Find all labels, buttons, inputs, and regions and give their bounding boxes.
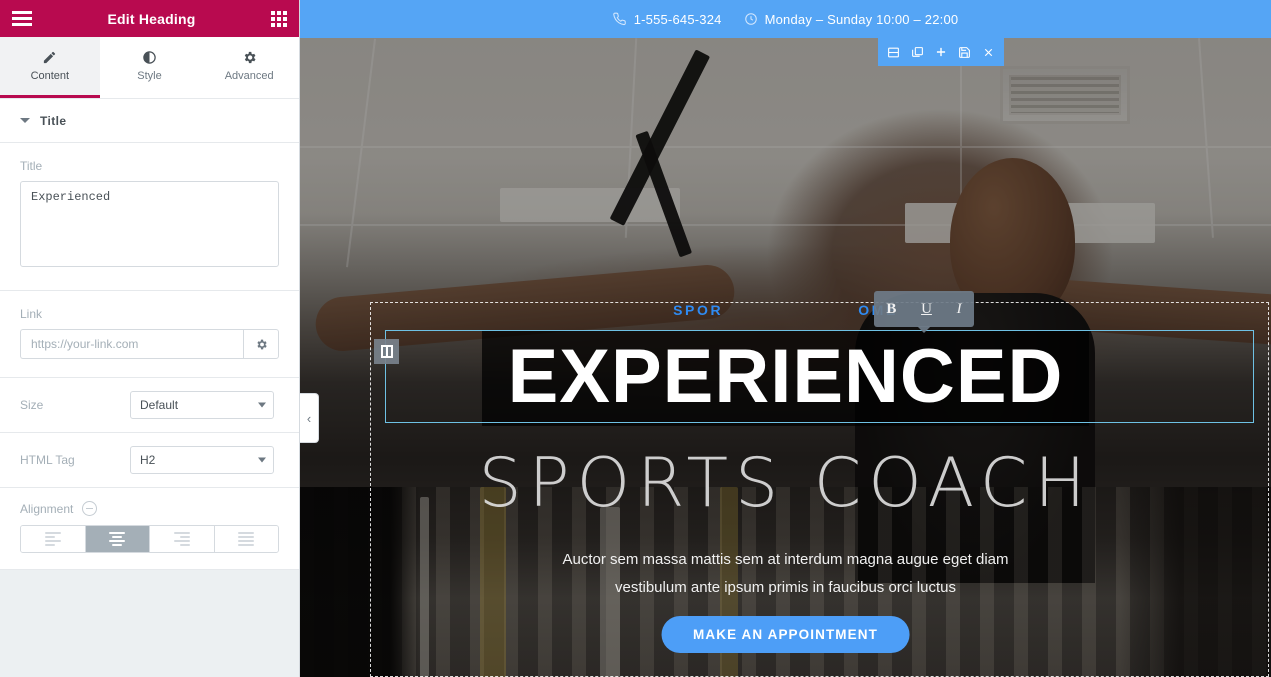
align-right-icon — [173, 532, 190, 546]
link-field-label: Link — [20, 307, 43, 321]
pencil-icon — [42, 50, 57, 65]
align-justify-icon — [238, 532, 255, 546]
tab-content-label: Content — [30, 70, 70, 82]
hero-section: SPOR OME EXPERIENCED SPORTS COACH Auctor… — [300, 38, 1271, 677]
topbar-phone: 1-555-645-324 — [612, 11, 722, 27]
hero-content: SPOR OME EXPERIENCED SPORTS COACH Auctor… — [300, 38, 1271, 677]
panel-empty-area — [0, 570, 299, 677]
align-center-button[interactable] — [85, 526, 150, 552]
tab-advanced[interactable]: Advanced — [199, 37, 300, 98]
topbar-hours-text: Monday – Sunday 10:00 – 22:00 — [764, 11, 959, 27]
alignment-buttons — [20, 525, 279, 553]
align-right-button[interactable] — [150, 526, 215, 552]
title-field-label: Title — [20, 159, 43, 173]
link-row — [20, 329, 279, 359]
widgets-grid-icon[interactable] — [271, 10, 287, 27]
edit-section-icon[interactable] — [884, 42, 904, 62]
hero-heading-widget[interactable]: EXPERIENCED — [300, 330, 1271, 426]
chevron-left-icon: ‹ — [306, 410, 312, 426]
hero-paragraph: Auctor sem massa mattis sem at interdum … — [551, 546, 1021, 602]
widget-drag-handle[interactable] — [374, 339, 399, 364]
tab-style-label: Style — [137, 70, 162, 82]
contrast-icon — [142, 50, 157, 65]
hamburger-icon[interactable] — [12, 11, 32, 26]
panel-title: Edit Heading — [107, 10, 196, 27]
clock-icon — [744, 12, 758, 26]
hero-subheading[interactable]: SPORTS COACH — [300, 450, 1271, 518]
size-select[interactable]: Default — [130, 391, 274, 419]
alignment-control-group: Alignment — [0, 488, 299, 570]
title-input[interactable] — [20, 181, 279, 267]
section-title-label: Title — [40, 113, 67, 128]
panel-collapse-handle[interactable]: ‹ — [300, 393, 319, 443]
tab-style[interactable]: Style — [99, 37, 200, 98]
tab-advanced-label: Advanced — [224, 70, 274, 82]
topbar-phone-text: 1-555-645-324 — [633, 11, 722, 27]
caret-down-icon — [20, 118, 30, 123]
link-input[interactable] — [20, 329, 243, 359]
size-label: Size — [20, 398, 44, 412]
editor-panel: Edit Heading Content Style Advanced Titl… — [0, 0, 300, 677]
make-appointment-button[interactable]: MAKE AN APPOINTMENT — [661, 616, 910, 653]
site-nav: SPOR OME — [300, 302, 1271, 318]
reset-icon[interactable] — [82, 501, 98, 516]
html-tag-control-row: HTML Tag H2 — [0, 433, 299, 488]
section-toolbar — [878, 38, 1004, 66]
bold-button[interactable]: B — [886, 301, 896, 317]
duplicate-section-icon[interactable] — [907, 42, 927, 62]
gear-icon — [242, 50, 257, 65]
text-format-toolbar: B U I — [874, 291, 974, 327]
align-center-icon — [109, 532, 126, 546]
columns-icon — [380, 345, 393, 358]
hero-heading-text[interactable]: EXPERIENCED — [481, 330, 1090, 426]
html-tag-label: HTML Tag — [20, 453, 75, 467]
size-select-wrap: Default — [130, 391, 274, 419]
add-section-icon[interactable] — [931, 42, 951, 62]
hero-paragraph-line-1: Auctor sem massa mattis sem at interdum … — [562, 551, 1009, 568]
topbar-hours: Monday – Sunday 10:00 – 22:00 — [744, 12, 959, 27]
alignment-label: Alignment — [20, 501, 74, 516]
elementor-editor-screen: Edit Heading Content Style Advanced Titl… — [0, 0, 1271, 677]
link-options-gear-icon[interactable] — [243, 329, 279, 359]
section-title-header[interactable]: Title — [0, 99, 299, 143]
panel-tabs: Content Style Advanced — [0, 37, 300, 99]
delete-section-icon[interactable] — [978, 42, 998, 62]
html-tag-select[interactable]: H2 — [130, 446, 274, 474]
title-control-group: Title — [0, 143, 299, 291]
save-section-icon[interactable] — [955, 42, 975, 62]
italic-button[interactable]: I — [957, 301, 962, 317]
align-justify-button[interactable] — [214, 526, 278, 552]
phone-icon — [612, 12, 627, 26]
nav-item-left[interactable]: SPOR — [673, 302, 723, 318]
alignment-header: Alignment — [20, 501, 279, 516]
panel-header: Edit Heading — [0, 0, 299, 37]
underline-button[interactable]: U — [921, 301, 932, 317]
html-tag-select-wrap: H2 — [130, 446, 274, 474]
align-left-button[interactable] — [21, 526, 86, 552]
link-control-group: Link — [0, 291, 299, 378]
size-control-row: Size Default — [0, 378, 299, 433]
site-topbar: 1-555-645-324 Monday – Sunday 10:00 – 22… — [300, 0, 1271, 38]
site-preview: 1-555-645-324 Monday – Sunday 10:00 – 22… — [300, 0, 1271, 677]
hero-paragraph-line-2: vestibulum ante ipsum primis in faucibus… — [615, 578, 956, 596]
tab-content[interactable]: Content — [0, 37, 100, 98]
align-left-icon — [44, 532, 61, 546]
